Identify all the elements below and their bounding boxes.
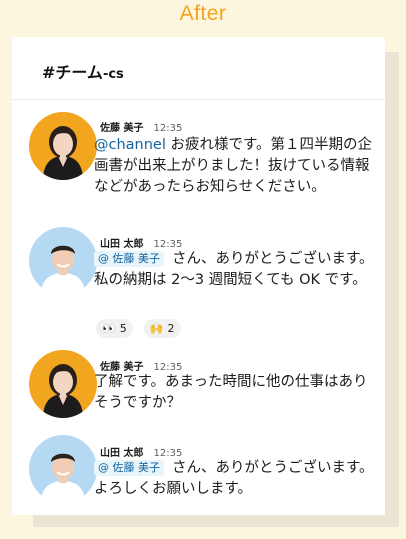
eyes-emoji-icon: 👀 <box>102 322 116 335</box>
message-text: @ 佐藤 美子 さん、ありがとうございます。よろしくお願いします。 <box>94 458 379 500</box>
message-text: @channel お疲れ様です。第１四半期の企画書が出来上がりました！抜けている… <box>94 135 379 198</box>
female-avatar-icon <box>29 350 97 418</box>
author-name[interactable]: 佐藤 美子 <box>100 123 143 134</box>
avatar[interactable] <box>29 350 97 418</box>
user-mention[interactable]: @ 佐藤 美子 <box>94 251 164 267</box>
reaction-raised-hands[interactable]: 🙌 2 <box>143 319 181 338</box>
message-meta: 山田 太郎 12:35 <box>100 444 182 459</box>
reaction-bar: 👀 5 🙌 2 <box>96 317 187 338</box>
timestamp[interactable]: 12:35 <box>153 123 182 134</box>
message-body: 了解です。あまった時間に他の仕事はありそうですか？ <box>94 374 368 411</box>
channel-name: #チーム <box>42 63 103 82</box>
user-mention[interactable]: @ 佐藤 美子 <box>94 460 164 476</box>
avatar[interactable] <box>29 435 97 503</box>
reaction-count: 2 <box>167 322 175 335</box>
channel-header: #チーム-cs <box>12 37 385 100</box>
channel-mention[interactable]: @channel <box>94 137 166 153</box>
message-meta: 佐藤 美子 12:35 <box>100 358 182 373</box>
message-meta: 山田 太郎 12:35 <box>100 235 182 250</box>
male-avatar-icon <box>29 227 97 295</box>
chat-panel: #チーム-cs 佐藤 美子 12:35 @channel お疲れ様です。第１四半期… <box>12 37 385 515</box>
male-avatar-icon <box>29 435 97 503</box>
page-heading: After <box>179 2 227 25</box>
avatar[interactable] <box>29 227 97 295</box>
channel-title[interactable]: #チーム-cs <box>42 59 124 83</box>
message-meta: 佐藤 美子 12:35 <box>100 119 182 134</box>
message-text: @ 佐藤 美子 さん、ありがとうございます。私の納期は 2〜3 週間短くても OK… <box>94 249 379 291</box>
female-avatar-icon <box>29 112 97 180</box>
message-text: 了解です。あまった時間に他の仕事はありそうですか？ <box>94 372 379 414</box>
channel-suffix: -cs <box>102 67 124 82</box>
raised-hands-emoji-icon: 🙌 <box>149 322 164 335</box>
avatar[interactable] <box>29 112 97 180</box>
reaction-count: 5 <box>119 322 127 335</box>
reaction-eyes[interactable]: 👀 5 <box>96 319 133 338</box>
